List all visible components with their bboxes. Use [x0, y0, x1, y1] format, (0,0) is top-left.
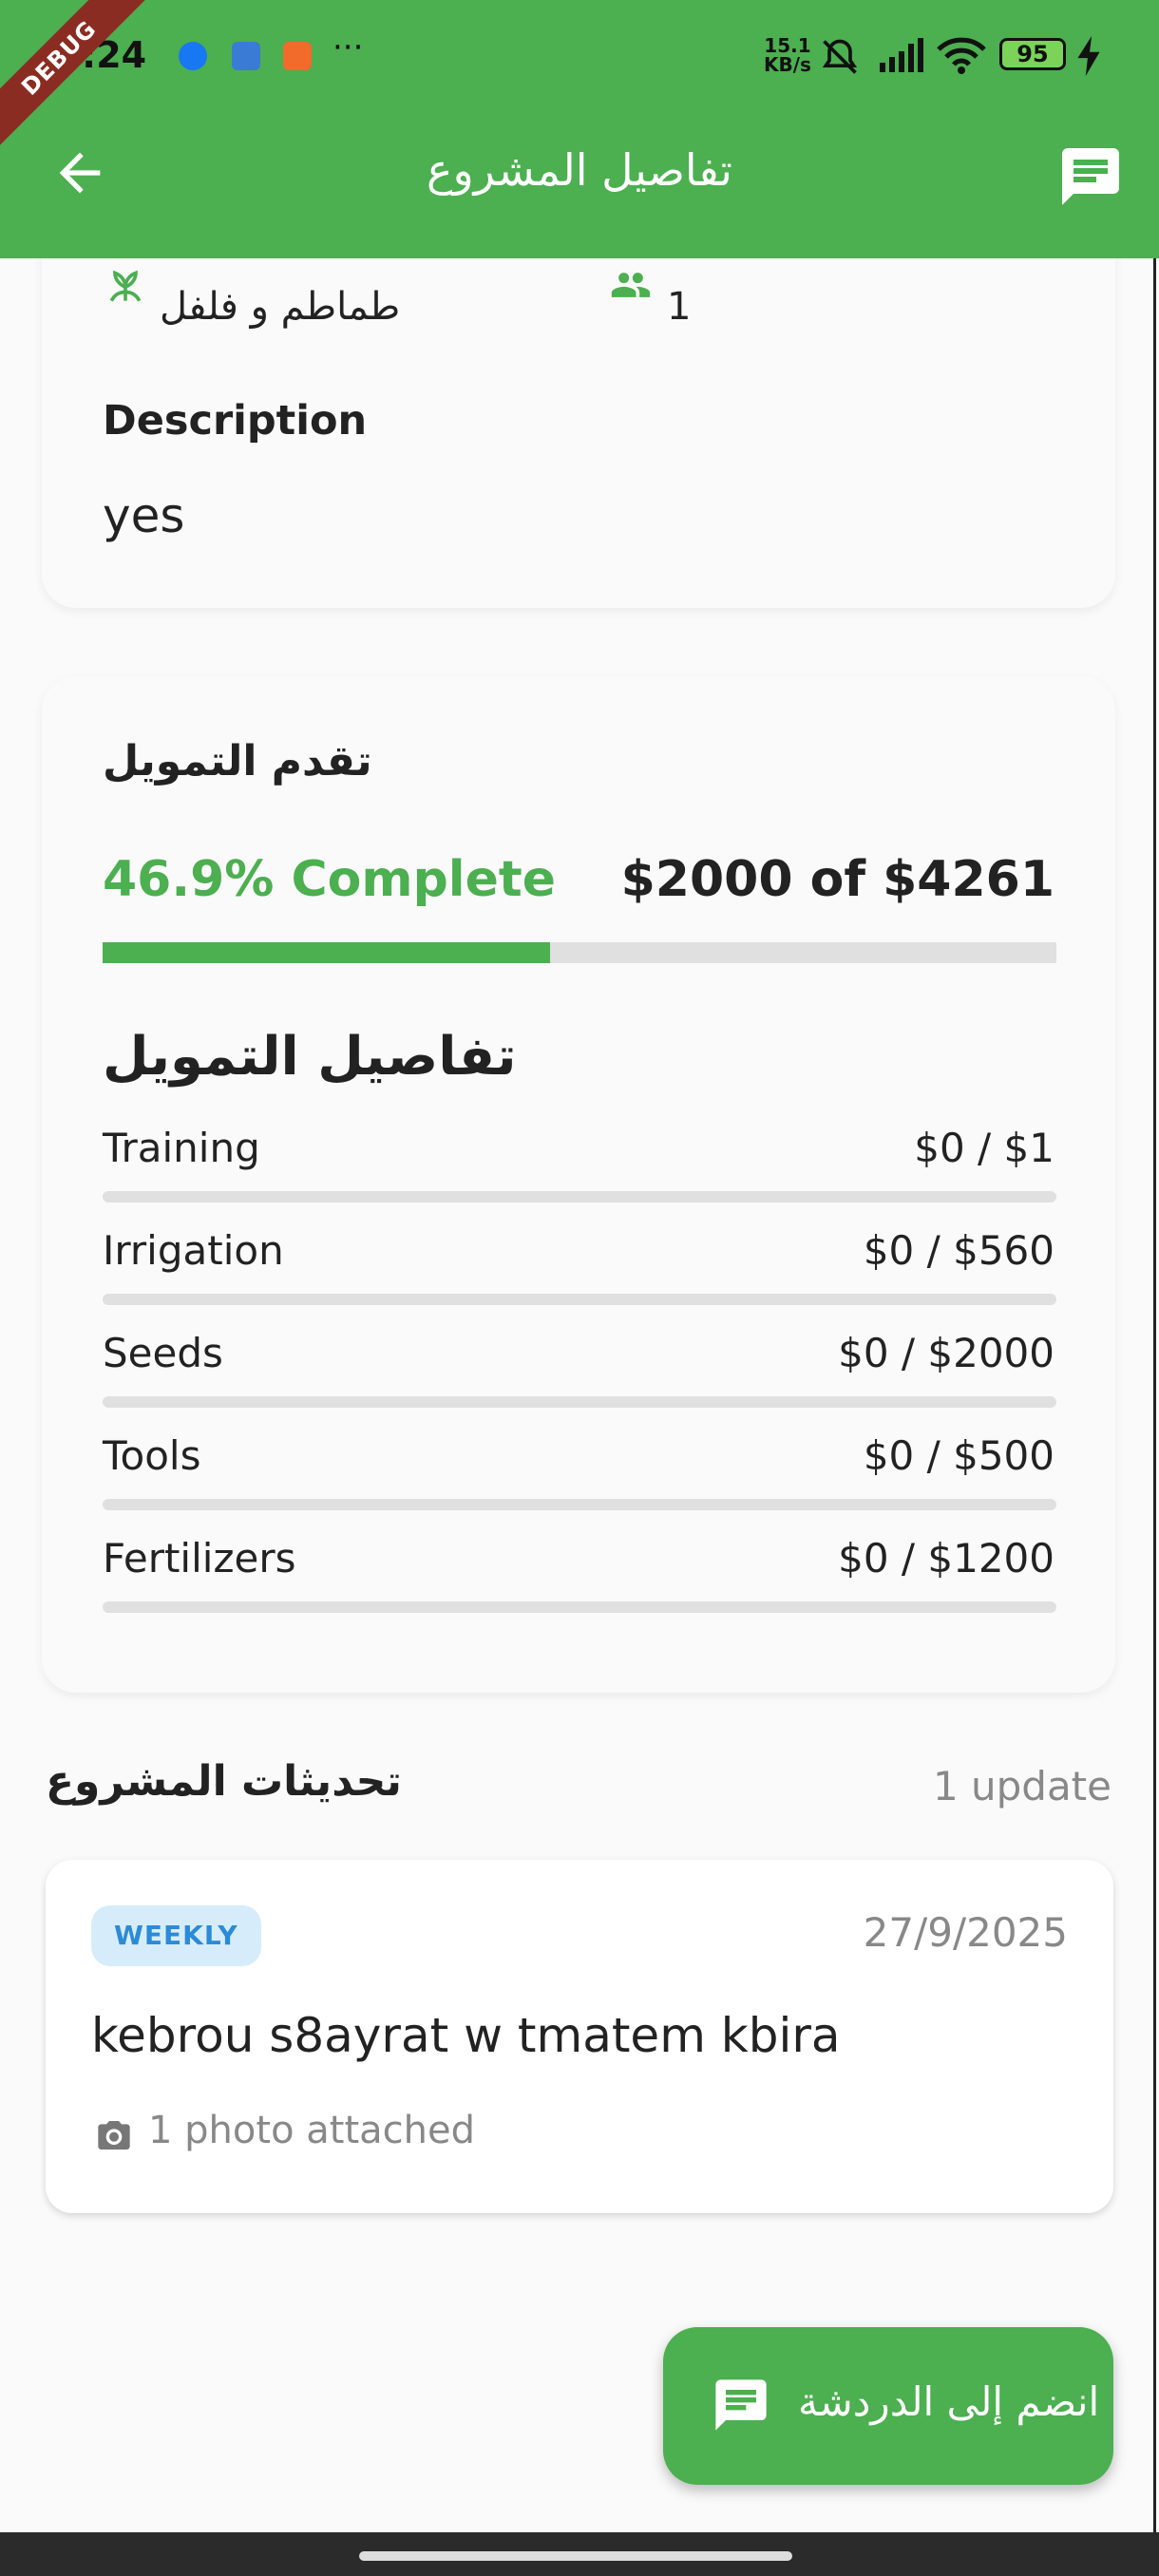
join-chat-label: انضم إلى الدردشة [798, 2378, 1100, 2425]
update-text: kebrou s8ayrat w tmatem kbira [91, 2008, 841, 2063]
funding-percent: 46.9% Complete [103, 851, 557, 908]
funding-item-bar [103, 1499, 1056, 1510]
funding-item-label: Training [103, 1125, 260, 1171]
plant-icon [109, 270, 142, 302]
funding-item-value: $0 / $2000 [838, 1330, 1054, 1376]
net-speed-unit: KB/s [764, 53, 811, 76]
funding-item-label: Tools [103, 1432, 201, 1479]
update-date: 27/9/2025 [863, 1909, 1068, 1956]
funding-amount: $2000 of $4261 [620, 851, 1054, 908]
participants-count: 1 [667, 285, 692, 329]
funding-item-value: $0 / $1200 [838, 1535, 1054, 1582]
funding-progress-bar [103, 942, 1056, 963]
mute-icon [822, 39, 858, 74]
status-bar: :24 ··· 15.1 KB/s 95 [0, 0, 1159, 114]
update-type-badge: WEEKLY [91, 1905, 261, 1966]
system-nav-bar [0, 2532, 1159, 2576]
video-icon [283, 42, 312, 70]
funding-item-label: Seeds [103, 1330, 223, 1376]
photo-attachment-text: 1 photo attached [148, 2109, 475, 2152]
chat-icon [715, 2379, 767, 2431]
home-indicator[interactable] [359, 2551, 792, 2561]
net-speed: 15.1 KB/s [764, 36, 811, 74]
chat-icon[interactable] [1056, 142, 1125, 211]
funding-item-bar [103, 1601, 1056, 1613]
funding-details-title: تفاصيل التمويل [103, 1026, 517, 1088]
music-icon [232, 42, 260, 70]
funding-item-bar [103, 1294, 1056, 1305]
funding-progress-fill [103, 942, 550, 963]
net-speed-value: 15.1 [764, 34, 811, 57]
funding-item-value: $0 / $500 [863, 1432, 1054, 1479]
app-bar: :24 ··· 15.1 KB/s 95 تفاصيل المشروع [0, 0, 1159, 258]
page-title: تفاصيل المشروع [427, 144, 732, 196]
description-label: Description [103, 397, 368, 445]
signal-icon [880, 38, 923, 72]
battery-indicator: 95 [999, 38, 1066, 70]
camera-icon [98, 2121, 130, 2150]
more-notifications-icon: ··· [332, 28, 364, 66]
funding-progress-title: تقدم التمويل [103, 737, 372, 786]
updates-count: 1 update [932, 1763, 1112, 1809]
funding-item-bar [103, 1191, 1056, 1203]
messenger-icon [179, 42, 207, 70]
funding-item-label: Irrigation [103, 1227, 284, 1274]
join-chat-button[interactable]: انضم إلى الدردشة [663, 2327, 1113, 2485]
updates-title: تحديثات المشروع [46, 1757, 402, 1806]
scroll-edge [1153, 258, 1156, 2532]
crop-value: طماطم و فلفل [160, 285, 401, 329]
funding-item-value: $0 / $1 [914, 1125, 1054, 1171]
funding-item-value: $0 / $560 [863, 1227, 1054, 1274]
charging-icon [1077, 36, 1100, 76]
description-text: yes [103, 488, 185, 543]
funding-item-label: Fertilizers [103, 1535, 296, 1582]
wifi-icon [937, 37, 986, 74]
funding-item-bar [103, 1396, 1056, 1408]
people-icon [611, 273, 651, 297]
update-card[interactable]: WEEKLY 27/9/2025 kebrou s8ayrat w tmatem… [46, 1860, 1113, 2213]
